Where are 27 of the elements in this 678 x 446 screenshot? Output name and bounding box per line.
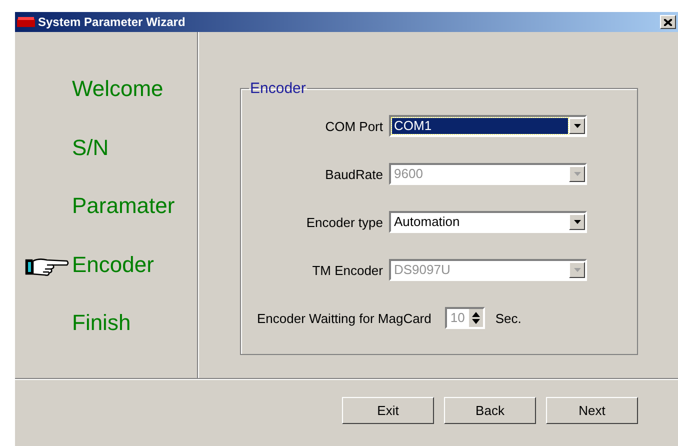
wizard-button[interactable]: Back bbox=[444, 397, 536, 424]
dropdown[interactable]: COM1 bbox=[389, 115, 587, 137]
caret-icon bbox=[574, 124, 580, 128]
dropdown-button[interactable] bbox=[569, 118, 585, 134]
dropdown[interactable]: Automation bbox=[389, 211, 587, 233]
wizard-step: S/N bbox=[72, 134, 109, 160]
app-logo-icon bbox=[17, 17, 35, 27]
caret-icon bbox=[574, 220, 580, 224]
window-title: System Parameter Wizard bbox=[38, 15, 186, 29]
wizard-button[interactable]: Exit bbox=[342, 397, 434, 424]
wizard-step: Finish bbox=[72, 310, 131, 336]
field-label: BaudRate bbox=[324, 166, 384, 182]
wizard-step: Encoder bbox=[72, 252, 154, 278]
field-label: TM Encoder bbox=[311, 262, 384, 278]
caret-icon bbox=[574, 172, 580, 176]
wizard-step: Welcome bbox=[72, 76, 164, 102]
caret-icon bbox=[574, 268, 580, 272]
wizard-step: Paramater bbox=[72, 193, 175, 219]
wizard-button[interactable]: Next bbox=[546, 397, 638, 424]
field-label: COM Port bbox=[324, 118, 384, 134]
close-button[interactable] bbox=[660, 15, 676, 29]
close-icon bbox=[664, 18, 672, 26]
field-label: Encoder Waitting for MagCard bbox=[256, 310, 432, 326]
field-label: Encoder type bbox=[305, 214, 384, 230]
unit-label: Sec. bbox=[495, 310, 522, 326]
dropdown-button[interactable] bbox=[569, 214, 585, 230]
group-title: Encoder bbox=[249, 80, 307, 97]
